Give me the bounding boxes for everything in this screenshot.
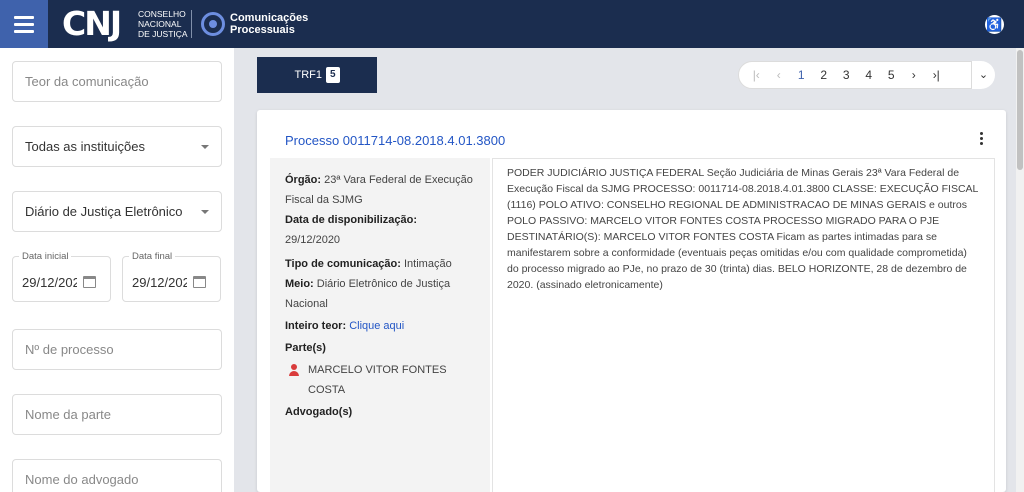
party-name: MARCELO VITOR FONTES COSTA <box>308 364 447 396</box>
page-scrollbar[interactable] <box>1016 48 1024 492</box>
app-title-line: Comunicações <box>230 12 309 24</box>
meio-row: Meio: Diário Eletrônico de Justiça Nacio… <box>285 274 475 314</box>
process-metadata: Órgão: 23ª Vara Federal de Execução Fisc… <box>270 158 490 492</box>
date-end-label: Data final <box>129 251 176 262</box>
tipo-label: Tipo de comunicação: <box>285 258 401 270</box>
inteiro-label: Inteiro teor: <box>285 320 347 332</box>
filter-sidebar: Teor da comunicação Todas as instituiçõe… <box>0 48 234 492</box>
meio-label: Meio: <box>285 278 314 290</box>
count-badge: 5 <box>325 67 340 83</box>
logo-letters: CNJ <box>62 4 122 43</box>
date-start-value: 29/12/2020 <box>22 275 77 290</box>
tipo-row: Tipo de comunicação: Intimação <box>285 254 475 274</box>
hamburger-icon[interactable] <box>0 0 48 48</box>
menu-line <box>14 29 34 33</box>
logo-sub-line: CONSELHO <box>138 9 186 19</box>
logo-sub-line: DE JUSTIÇA <box>138 29 188 39</box>
caret-down-icon <box>201 144 209 149</box>
page-1-button[interactable]: 1 <box>790 61 813 89</box>
menu-line <box>14 22 34 26</box>
data-label: Data de disponibilização: <box>285 214 418 226</box>
orgao-row: Órgão: 23ª Vara Federal de Execução Fisc… <box>285 170 475 210</box>
page-4-button[interactable]: 4 <box>858 61 881 89</box>
tipo-value: Intimação <box>404 258 452 270</box>
date-start-label: Data inicial <box>19 251 72 262</box>
diario-value: Diário de Justiça Eletrônico <box>25 204 183 219</box>
more-options-icon[interactable] <box>978 132 984 147</box>
process-title-link[interactable]: Processo 0011714-08.2018.4.01.3800 <box>285 133 505 148</box>
top-bar: CNJ CONSELHO NACIONAL DE JUSTIÇA Comunic… <box>0 0 1024 48</box>
party-name-input[interactable]: Nome da parte <box>12 394 222 435</box>
logo-subtitle: CONSELHO NACIONAL DE JUSTIÇA <box>138 9 188 39</box>
page-5-button[interactable]: 5 <box>880 61 903 89</box>
person-icon <box>288 364 300 376</box>
chevron-down-icon[interactable]: ⌄ <box>971 61 995 89</box>
calendar-icon[interactable] <box>193 276 206 288</box>
next-page-icon[interactable]: › <box>903 61 926 89</box>
inteiro-row: Inteiro teor: Clique aqui <box>285 316 475 336</box>
communication-text: PODER JUDICIÁRIO JUSTIÇA FEDERAL Seção J… <box>492 158 995 492</box>
comunicacoes-icon <box>201 12 225 36</box>
process-card: Processo 0011714-08.2018.4.01.3800 Órgão… <box>257 110 1006 492</box>
cnj-logo[interactable]: CNJ <box>62 4 122 43</box>
partes-row: Parte(s) <box>285 338 475 358</box>
partes-label: Parte(s) <box>285 342 326 354</box>
teor-search-input[interactable]: Teor da comunicação <box>12 61 222 102</box>
caret-down-icon <box>201 209 209 214</box>
process-number-input[interactable]: Nº de processo <box>12 329 222 370</box>
logo-divider <box>191 10 192 38</box>
calendar-icon[interactable] <box>83 276 96 288</box>
app-title: Comunicações Processuais <box>230 12 308 36</box>
app-title-line: Processuais <box>230 24 295 36</box>
accessibility-icon[interactable]: ♿ <box>985 15 1004 34</box>
tab-label: TRF1 <box>294 69 322 81</box>
teor-placeholder: Teor da comunicação <box>25 74 149 89</box>
advogados-label: Advogado(s) <box>285 406 353 418</box>
first-page-icon[interactable]: |‹ <box>745 61 768 89</box>
lawyer-name-input[interactable]: Nome do advogado <box>12 459 222 492</box>
institution-value: Todas as instituições <box>25 139 145 154</box>
inteiro-teor-link[interactable]: Clique aqui <box>349 320 404 332</box>
menu-line <box>14 15 34 19</box>
date-end-value: 29/12/2020 <box>132 275 187 290</box>
data-row: Data de disponibilização: 29/12/2020 <box>285 210 475 250</box>
orgao-label: Órgão: <box>285 174 322 186</box>
scrollbar-thumb[interactable] <box>1017 50 1023 170</box>
party-placeholder: Nome da parte <box>25 407 111 422</box>
lawyer-placeholder: Nome do advogado <box>25 472 139 487</box>
logo-sub-line: NACIONAL <box>138 19 182 29</box>
diario-select[interactable]: Diário de Justiça Eletrônico <box>12 191 222 232</box>
last-page-icon[interactable]: ›| <box>925 61 948 89</box>
data-value: 29/12/2020 <box>285 234 341 246</box>
page-2-button[interactable]: 2 <box>813 61 836 89</box>
date-start-field[interactable]: Data inicial 29/12/2020 <box>12 251 111 302</box>
advogados-row: Advogado(s) <box>285 402 475 422</box>
party-item: MARCELO VITOR FONTES COSTA <box>285 360 475 400</box>
date-end-field[interactable]: Data final 29/12/2020 <box>122 251 221 302</box>
prev-page-icon[interactable]: ‹ <box>768 61 791 89</box>
tab-trf1[interactable]: TRF1 5 <box>257 57 377 93</box>
page-3-button[interactable]: 3 <box>835 61 858 89</box>
process-placeholder: Nº de processo <box>25 342 114 357</box>
pagination: |‹ ‹ 1 2 3 4 5 › ›| <box>738 61 994 89</box>
institution-select[interactable]: Todas as instituições <box>12 126 222 167</box>
